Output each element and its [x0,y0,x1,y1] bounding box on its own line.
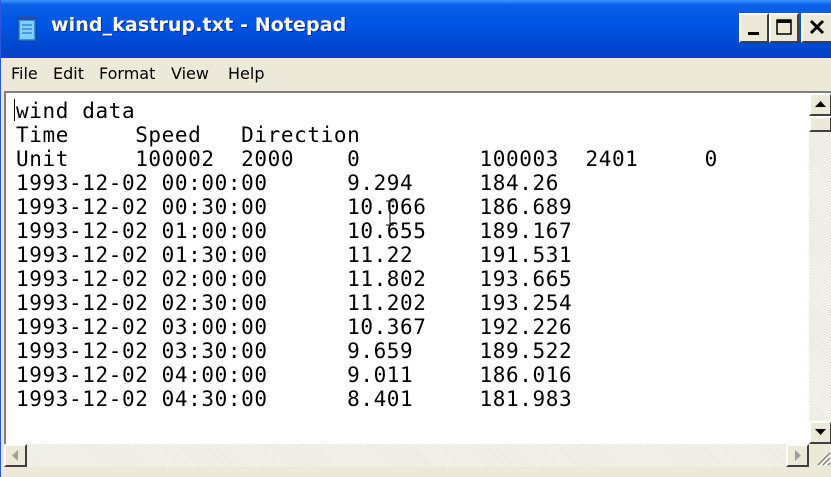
text-line: 1993-12-02 01:30:00 11.22 191.531 [16,243,573,267]
text-line: 1993-12-02 04:00:00 9.011 186.016 [16,363,573,387]
menu-edit[interactable]: Edit [53,64,84,83]
text-line: 1993-12-02 00:00:00 9.294 184.26 [16,171,559,195]
notepad-icon [17,16,37,42]
text-line: 1993-12-02 03:30:00 9.659 189.522 [16,339,573,363]
text-edit-area[interactable]: wind data Time Speed Direction Unit 1000… [4,91,831,444]
text-line: Time Speed Direction [16,123,361,147]
close-button[interactable] [801,13,831,43]
text-line: 1993-12-02 02:00:00 11.802 193.665 [16,267,573,291]
menu-file[interactable]: File [11,64,38,83]
scroll-up-button[interactable] [809,93,831,116]
window-title: wind_kastrup.txt - Notepad [51,14,347,36]
menu-format[interactable]: Format [99,64,155,83]
ibeam-cursor-icon [386,200,394,226]
minimize-icon [748,32,759,35]
size-grip[interactable] [809,444,831,467]
text-line: 1993-12-02 04:30:00 8.401 181.983 [16,387,573,411]
scroll-up-arrow-icon [815,101,826,107]
title-bar[interactable]: wind_kastrup.txt - Notepad [1,0,831,58]
scroll-down-arrow-icon [815,429,826,435]
maximize-button[interactable] [769,13,799,43]
text-line: 1993-12-02 03:00:00 10.367 192.226 [16,315,573,339]
maximize-icon [776,19,792,35]
scroll-down-button[interactable] [809,421,831,444]
text-line: 1993-12-02 01:00:00 10.655 189.167 [16,219,573,243]
size-grip-icon [817,452,831,467]
scroll-right-arrow-icon [795,450,801,461]
scroll-left-arrow-icon [12,450,18,461]
notepad-window: wind_kastrup.txt - Notepad File Edit For… [0,0,831,477]
text-line: 1993-12-02 02:30:00 11.202 193.254 [16,291,573,315]
text-line: Unit 100002 2000 0 100003 2401 0 [16,147,718,171]
window-bottom-border [1,467,831,477]
menu-help[interactable]: Help [228,64,264,83]
scroll-right-button[interactable] [786,444,809,467]
text-caret [14,99,15,121]
minimize-button[interactable] [739,13,769,43]
horizontal-scrollbar[interactable] [4,444,809,467]
text-line: wind data [16,99,136,123]
close-icon [809,19,825,35]
menu-bar: File Edit Format View Help [1,58,831,90]
scroll-left-button[interactable] [4,444,27,467]
text-line: 1993-12-02 00:30:00 10.066 186.689 [16,195,573,219]
vertical-scroll-thumb[interactable] [809,116,831,132]
vertical-scrollbar[interactable] [809,93,831,444]
menu-view[interactable]: View [171,64,209,83]
